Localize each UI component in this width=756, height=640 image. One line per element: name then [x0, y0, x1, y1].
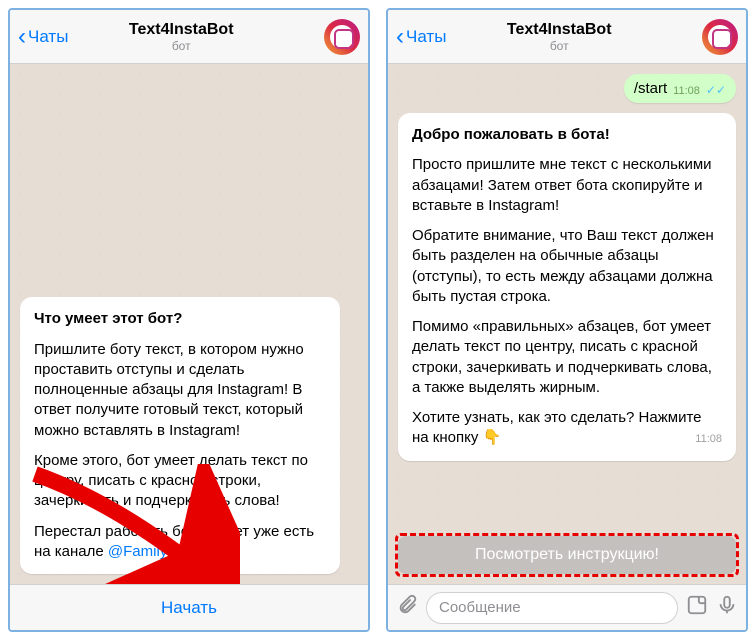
message-input[interactable]: Сообщение [426, 592, 678, 624]
chat-area: /start 11:08 ✓✓ Добро пожаловать в бота!… [388, 64, 746, 584]
avatar[interactable] [702, 19, 738, 55]
welcome-p4: Хотите узнать, как это сделать? Нажмите … [412, 408, 722, 449]
sticker-icon[interactable] [686, 594, 708, 622]
chat-subtitle: бот [38, 39, 324, 53]
user-message: /start 11:08 ✓✓ [624, 74, 736, 103]
chevron-left-icon: ‹ [396, 25, 404, 49]
bot-welcome-bubble: Добро пожаловать в бота! Просто пришлите… [398, 113, 736, 461]
chat-subtitle: бот [416, 39, 702, 53]
chat-title: Text4InstaBot [38, 21, 324, 39]
user-msg-text: /start [634, 80, 667, 97]
checks-icon: ✓✓ [706, 83, 726, 97]
point-down-icon: 👇 [483, 428, 502, 448]
header: ‹ Чаты Text4InstaBot бот [388, 10, 746, 64]
user-msg-time: 11:08 [673, 85, 700, 97]
intro-p3: Перестал работать бот? Ответ уже есть на… [34, 522, 326, 563]
welcome-p1: Просто пришлите мне текст с несколькими … [412, 155, 722, 216]
bot-intro-bubble: Что умеет этот бот? Пришлите боту текст,… [20, 297, 340, 574]
bot-inline-button[interactable]: Посмотреть инструкцию! [398, 536, 736, 574]
start-button[interactable]: Начать [10, 584, 368, 630]
avatar[interactable] [324, 19, 360, 55]
intro-p2: Кроме этого, бот умеет делать текст по ц… [34, 451, 326, 512]
chat-area: Что умеет этот бот? Пришлите боту текст,… [10, 64, 368, 584]
attach-icon[interactable] [396, 594, 418, 622]
intro-heading: Что умеет этот бот? [34, 310, 182, 327]
chevron-left-icon: ‹ [18, 25, 26, 49]
family-bots-link[interactable]: @FamilyBots [108, 543, 197, 560]
bot-msg-time: 11:08 [695, 432, 722, 447]
mic-icon[interactable] [716, 594, 738, 622]
header: ‹ Чаты Text4InstaBot бот [10, 10, 368, 64]
chat-title-block[interactable]: Text4InstaBot бот [38, 21, 324, 53]
input-bar: Сообщение [388, 584, 746, 630]
welcome-p3: Помимо «правильных» абзацев, бот умеет д… [412, 317, 722, 398]
chat-title: Text4InstaBot [416, 21, 702, 39]
intro-p1: Пришлите боту текст, в котором нужно про… [34, 340, 326, 441]
welcome-p2: Обратите внимание, что Ваш текст должен … [412, 226, 722, 307]
chat-title-block[interactable]: Text4InstaBot бот [416, 21, 702, 53]
welcome-heading: Добро пожаловать в бота! [412, 126, 610, 143]
